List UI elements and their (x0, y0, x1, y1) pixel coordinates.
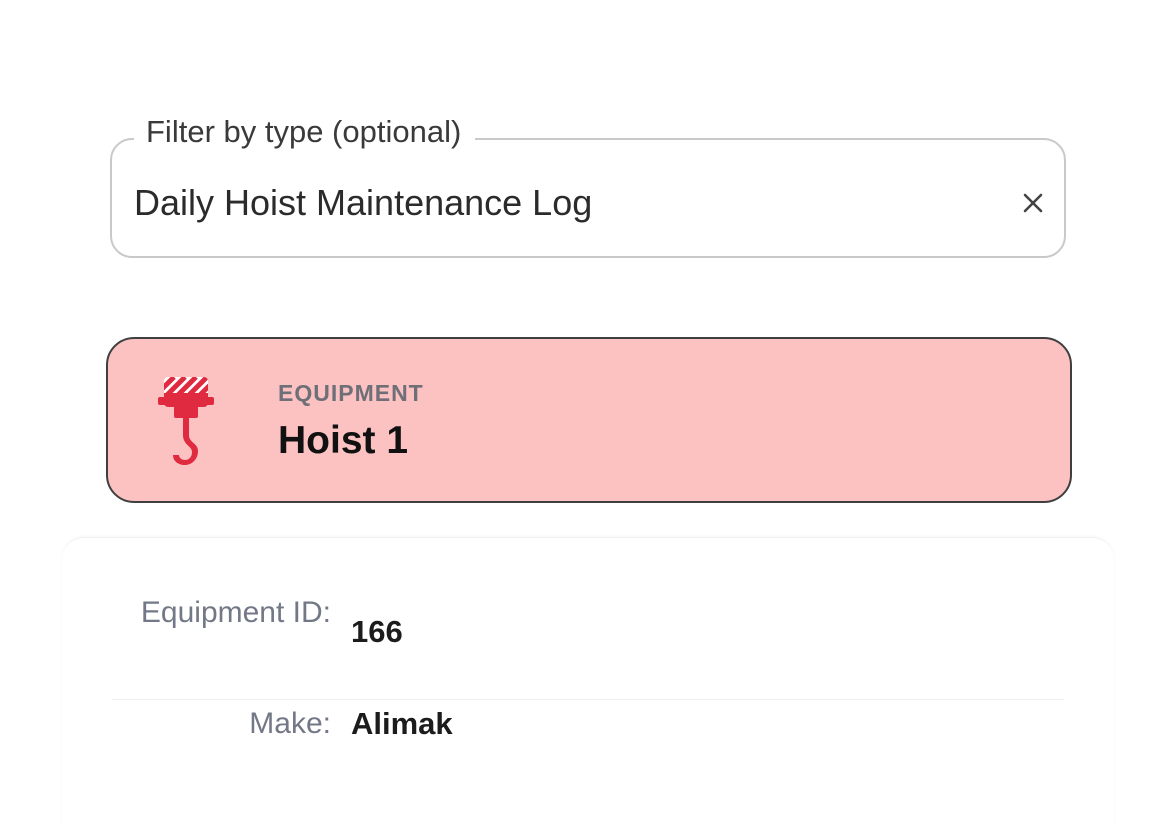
detail-divider (112, 699, 1064, 700)
page: Filter by type (optional) Daily Hoist Ma… (0, 0, 1175, 840)
make-value: Alimak (351, 706, 453, 741)
equipment-id-label: Equipment ID: (140, 596, 331, 629)
filter-value[interactable]: Daily Hoist Maintenance Log (134, 180, 592, 226)
close-icon[interactable] (1020, 190, 1046, 216)
equipment-name: Hoist 1 (278, 419, 409, 462)
equipment-details-panel: Equipment ID: 166 Make: Alimak (62, 537, 1114, 828)
equipment-id-value: 166 (351, 614, 403, 649)
filter-by-type-field[interactable]: Filter by type (optional) Daily Hoist Ma… (110, 110, 1066, 258)
equipment-card[interactable]: EQUIPMENT Hoist 1 (106, 337, 1072, 503)
make-label: Make: (249, 707, 331, 740)
filter-label: Filter by type (optional) (134, 110, 476, 154)
crane-hook-icon (158, 377, 214, 465)
card-category-label: EQUIPMENT (278, 380, 424, 406)
